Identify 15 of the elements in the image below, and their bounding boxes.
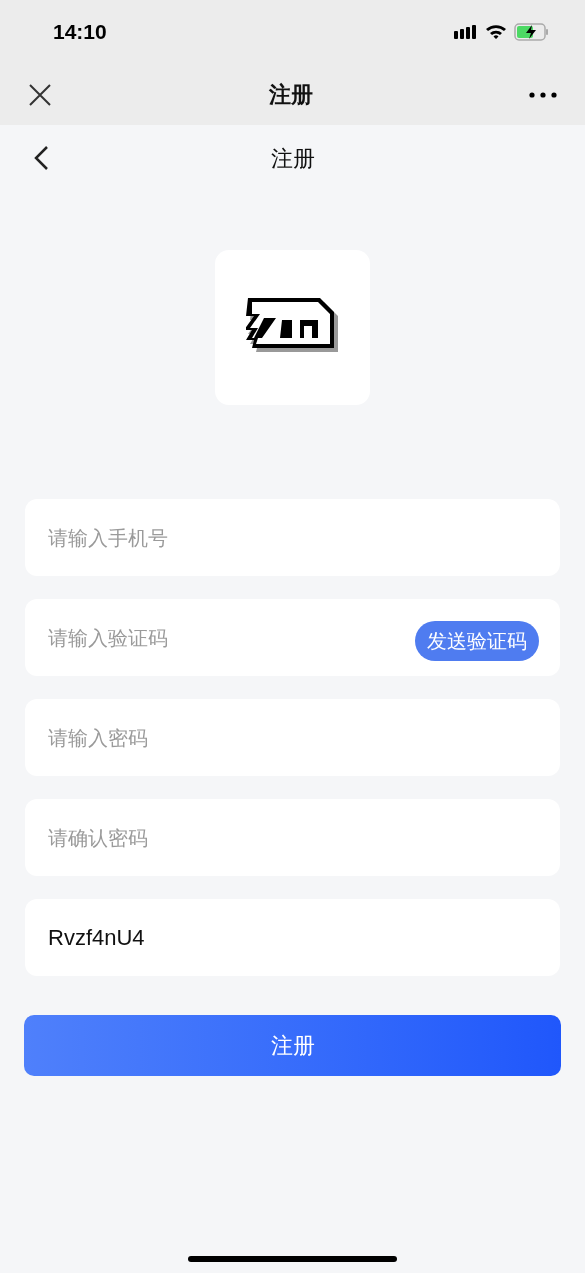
page-title: 注册 bbox=[270, 144, 315, 173]
battery-icon bbox=[514, 23, 550, 41]
input-field[interactable]: 请输入手机号 bbox=[25, 499, 560, 576]
status-time: 14:10 bbox=[53, 19, 107, 46]
send-code-button[interactable]: 发送验证码 bbox=[415, 621, 539, 661]
back-icon[interactable] bbox=[33, 145, 49, 171]
close-icon[interactable] bbox=[28, 82, 52, 107]
more-icon[interactable] bbox=[529, 91, 557, 98]
register-button[interactable]: 注册 bbox=[24, 1015, 561, 1076]
signal-icon bbox=[454, 25, 478, 39]
wifi-icon bbox=[485, 24, 507, 40]
top-bar-title: 注册 bbox=[268, 81, 313, 109]
input-field[interactable]: Rvzf4nU4 bbox=[25, 899, 560, 976]
input-field[interactable]: 请输入密码 bbox=[25, 699, 560, 776]
input-field[interactable]: 请确认密码 bbox=[25, 799, 560, 876]
